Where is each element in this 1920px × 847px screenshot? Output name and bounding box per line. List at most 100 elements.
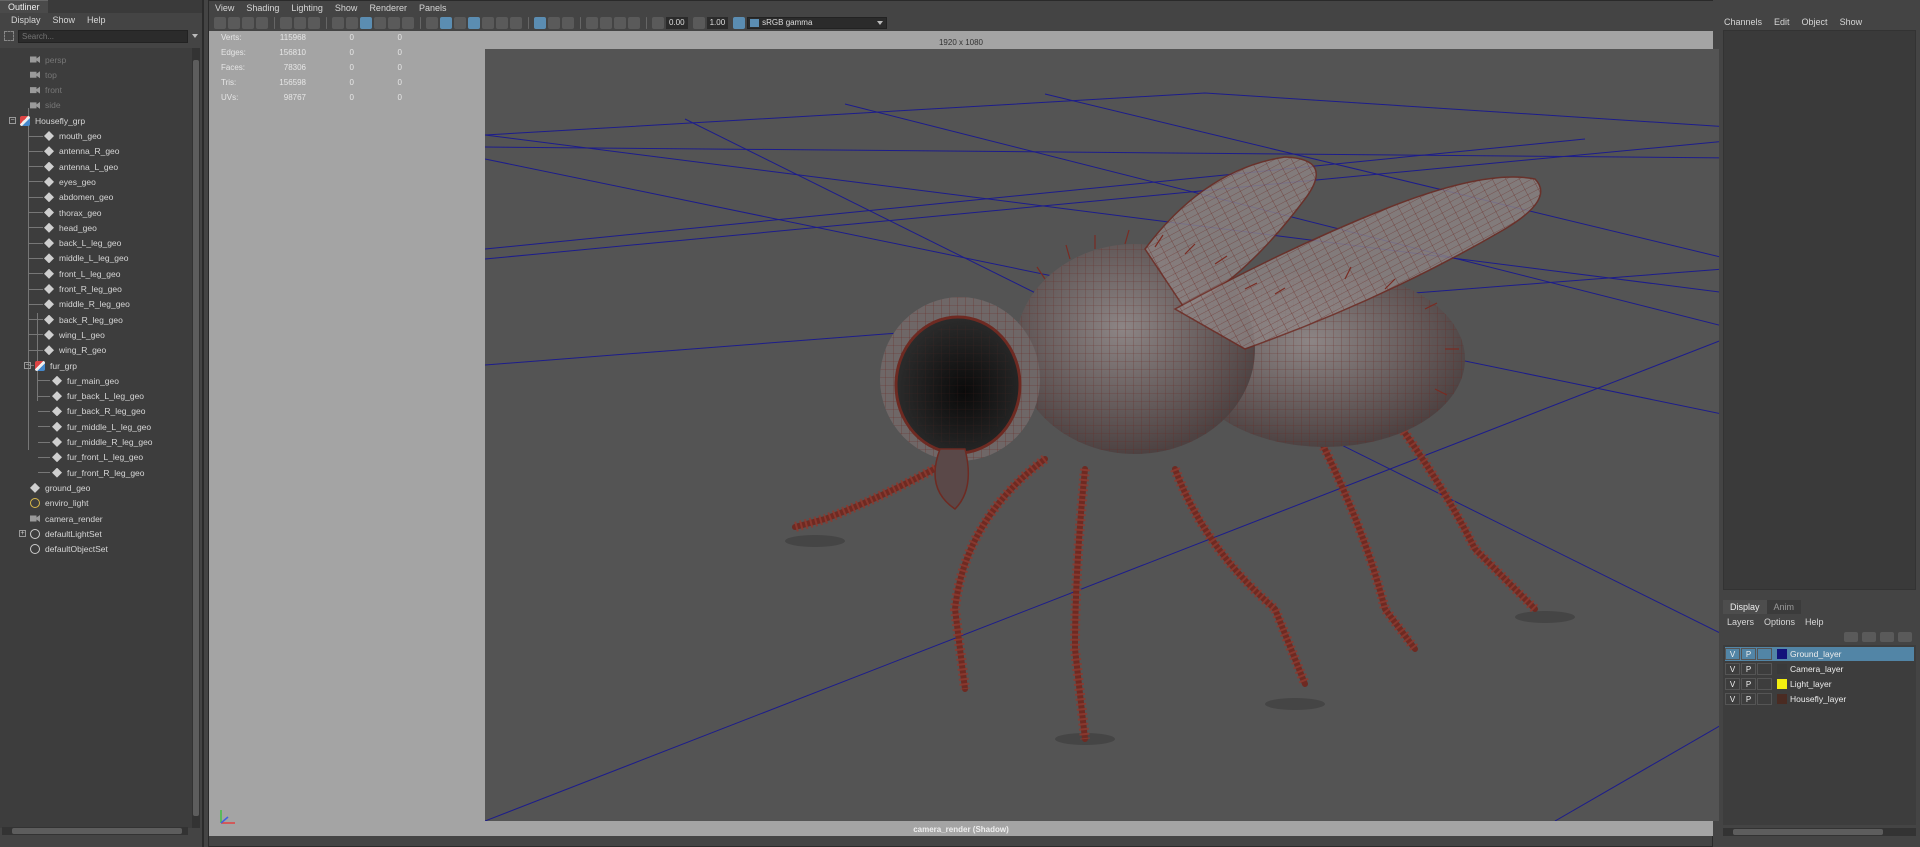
playback-toggle[interactable]: P	[1741, 693, 1756, 705]
menu-options[interactable]: Options	[1764, 617, 1795, 627]
display-type-toggle[interactable]	[1757, 678, 1772, 690]
outliner-item[interactable]: defaultLightSet	[30, 526, 102, 541]
layer-hscroll-thumb[interactable]	[1733, 829, 1883, 835]
outliner-item[interactable]: top	[30, 67, 57, 82]
menu-layers[interactable]: Layers	[1727, 617, 1754, 627]
smooth-shade-icon[interactable]	[440, 17, 452, 29]
textured-icon[interactable]	[482, 17, 494, 29]
menu-show[interactable]: Show	[335, 3, 358, 13]
multisample-aa-icon[interactable]	[614, 17, 626, 29]
menu-display[interactable]: Display	[11, 15, 41, 26]
outliner-item[interactable]: abdomen_geo	[44, 190, 113, 205]
menu-help[interactable]: Help	[1805, 617, 1824, 627]
visibility-toggle[interactable]: V	[1725, 693, 1740, 705]
playback-toggle[interactable]: P	[1741, 678, 1756, 690]
gamma-value[interactable]: 1.00	[706, 17, 729, 29]
visibility-toggle[interactable]: V	[1725, 663, 1740, 675]
menu-show[interactable]: Show	[53, 15, 76, 26]
outliner-item[interactable]: eyes_geo	[44, 174, 96, 189]
outliner-item[interactable]: fur_back_L_leg_geo	[52, 389, 144, 404]
menu-edit[interactable]: Edit	[1774, 17, 1790, 27]
grease-pencil-icon[interactable]	[280, 17, 292, 29]
wireframe-on-shaded-icon[interactable]	[468, 17, 480, 29]
outliner-item[interactable]: fur_middle_R_leg_geo	[52, 435, 153, 450]
exposure-value[interactable]: 0.00	[666, 17, 688, 29]
outliner-item[interactable]: wing_R_geo	[44, 343, 106, 358]
gamma-icon[interactable]	[692, 17, 705, 29]
expand-toggle-icon[interactable]: −	[9, 117, 16, 125]
move-layer-down-icon[interactable]	[1862, 632, 1876, 642]
outliner-item[interactable]: enviro_light	[30, 496, 88, 511]
bookmarks-icon[interactable]	[242, 17, 254, 29]
outliner-item[interactable]: fur_front_R_leg_geo	[52, 465, 145, 480]
visibility-toggle[interactable]: V	[1725, 678, 1740, 690]
outliner-tab[interactable]: Outliner	[0, 0, 48, 13]
outliner-item[interactable]: persp	[30, 52, 66, 67]
outliner-item[interactable]: middle_L_leg_geo	[44, 251, 128, 266]
ambient-occlusion-icon[interactable]	[586, 17, 598, 29]
outliner-item[interactable]: Housefly_grp	[20, 113, 85, 128]
outliner-item[interactable]: camera_render	[30, 511, 103, 526]
layer-row-camera[interactable]: V P Camera_layer	[1725, 662, 1914, 676]
menu-help[interactable]: Help	[87, 15, 106, 26]
new-layer-from-selection-icon[interactable]	[1898, 632, 1912, 642]
color-management-icon[interactable]	[733, 17, 746, 29]
outliner-item[interactable]: fur_main_geo	[52, 373, 119, 388]
channel-box-area[interactable]	[1723, 30, 1916, 590]
outliner-item[interactable]: ground_geo	[30, 480, 90, 495]
camera-attributes-icon[interactable]	[228, 17, 240, 29]
outliner-item[interactable]: wing_L_geo	[44, 327, 105, 342]
layer-row-housefly[interactable]: V P Housefly_layer	[1725, 692, 1914, 706]
layer-color-swatch[interactable]	[1777, 679, 1787, 689]
playback-toggle[interactable]: P	[1741, 648, 1756, 660]
visibility-toggle[interactable]: V	[1725, 648, 1740, 660]
layer-row-light[interactable]: V P Light_layer	[1725, 677, 1914, 691]
outliner-hscroll-thumb[interactable]	[12, 828, 182, 834]
select-camera-icon[interactable]	[214, 17, 226, 29]
outliner-item[interactable]: antenna_L_geo	[44, 159, 118, 174]
menu-object[interactable]: Object	[1802, 17, 1828, 27]
layer-row-ground[interactable]: V P Ground_layer	[1725, 647, 1914, 661]
field-chart-icon[interactable]	[388, 17, 400, 29]
wireframe-icon[interactable]	[426, 17, 438, 29]
shadows-icon[interactable]	[510, 17, 522, 29]
use-lights-icon[interactable]	[496, 17, 508, 29]
default-material-icon[interactable]	[454, 17, 466, 29]
layer-color-swatch[interactable]	[1777, 664, 1787, 674]
depth-of-field-icon[interactable]	[628, 17, 640, 29]
display-type-toggle[interactable]	[1757, 663, 1772, 675]
display-type-toggle[interactable]	[1757, 693, 1772, 705]
gate-mask-icon[interactable]	[374, 17, 386, 29]
outliner-item[interactable]: back_L_leg_geo	[44, 236, 121, 251]
isolate-select-icon[interactable]	[534, 17, 546, 29]
outliner-item[interactable]: fur_middle_L_leg_geo	[52, 419, 151, 434]
2d-pan-zoom-icon[interactable]	[294, 17, 306, 29]
outliner-item[interactable]: head_geo	[44, 220, 97, 235]
menu-renderer[interactable]: Renderer	[369, 3, 407, 13]
motion-blur-icon[interactable]	[600, 17, 612, 29]
outliner-item[interactable]: thorax_geo	[44, 205, 102, 220]
outliner-item[interactable]: front_L_leg_geo	[44, 266, 120, 281]
new-layer-icon[interactable]	[1880, 632, 1894, 642]
expand-toggle-icon[interactable]: −	[24, 362, 31, 369]
search-options-chevron-icon[interactable]	[192, 34, 198, 38]
menu-lighting[interactable]: Lighting	[291, 3, 323, 13]
outliner-item[interactable]: fur_front_L_leg_geo	[52, 450, 143, 465]
outliner-item[interactable]: fur_grp	[35, 358, 77, 373]
tab-anim[interactable]: Anim	[1766, 600, 1802, 614]
grid-icon[interactable]	[332, 17, 344, 29]
xray-icon[interactable]	[548, 17, 560, 29]
colorspace-dropdown[interactable]: sRGB gamma	[747, 17, 888, 29]
camera-lock-icon[interactable]	[308, 17, 320, 29]
film-gate-icon[interactable]	[346, 17, 358, 29]
menu-view[interactable]: View	[215, 3, 234, 13]
playback-toggle[interactable]: P	[1741, 663, 1756, 675]
menu-panels[interactable]: Panels	[419, 3, 447, 13]
layer-color-swatch[interactable]	[1777, 649, 1787, 659]
tab-display[interactable]: Display	[1723, 600, 1767, 614]
exposure-icon[interactable]	[652, 17, 664, 29]
resolution-gate-icon[interactable]	[360, 17, 372, 29]
xray-joints-icon[interactable]	[562, 17, 574, 29]
expand-toggle-icon[interactable]: +	[19, 530, 26, 538]
layer-color-swatch[interactable]	[1777, 694, 1787, 704]
